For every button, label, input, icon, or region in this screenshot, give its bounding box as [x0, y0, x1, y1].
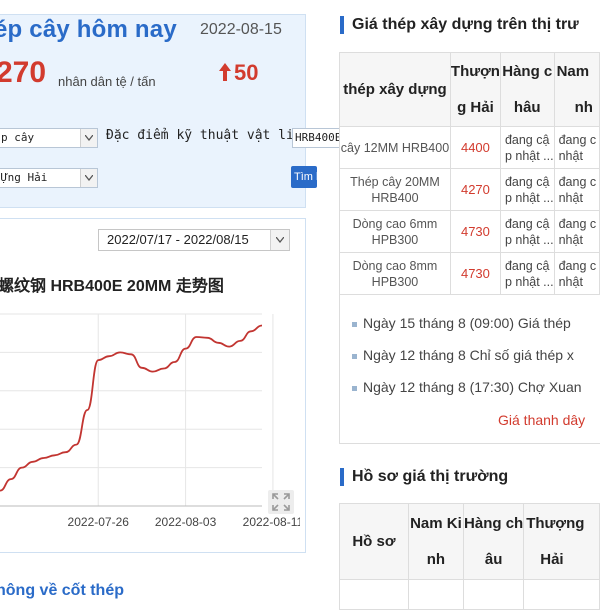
col-header-hangzhou: Hàng ch âu [463, 503, 525, 580]
status-cell: đang cậ p nhật ... [499, 168, 555, 211]
x-tick-label: 2022-08-11 [243, 515, 300, 529]
section-title-market-profile: Hồ sơ giá thị trường [352, 468, 509, 485]
price-trend-chart: 2022-07-26 2022-08-03 2022-08-11 [0, 313, 300, 529]
chevron-down-icon [80, 169, 97, 187]
rebar-info-heading: hông về cốt thép [0, 582, 124, 599]
price-cell: 4400 [449, 126, 501, 169]
current-price: 270 [0, 56, 47, 89]
wire-rod-price-link[interactable]: Giá thanh dây [498, 412, 585, 428]
page-title: ép cây hôm nay [0, 16, 177, 43]
col-header-shanghai: Thượng Hải [523, 503, 600, 580]
price-cell: 4730 [449, 252, 501, 295]
col-header-hangzhou: Hàng c hâu [499, 52, 555, 127]
col-header-product: thép xây dựng [339, 52, 451, 127]
status-cell: đang cậ p nhật ... [499, 210, 555, 253]
date-range-select[interactable]: 2022/07/17 - 2022/08/15 [98, 229, 290, 251]
date-range-value: 2022/07/17 - 2022/08/15 [107, 232, 249, 247]
product-select[interactable]: p cây [0, 128, 98, 148]
col-header-profile: Hồ sơ [339, 503, 409, 580]
col-header-nanjing: Nam Ki nh [407, 503, 465, 580]
status-cell: đang c nhật [553, 126, 600, 169]
series-line [0, 324, 263, 492]
section-title-market-prices: Giá thép xây dựng trên thị trư [352, 16, 579, 33]
chart-title: 螺纹钢 HRB400E 20MM 走势图 [0, 278, 224, 295]
status-cell: đang c nhật [553, 168, 600, 211]
price-unit: nhân dân tệ / tấn [58, 74, 156, 89]
news-item[interactable]: Ngày 15 tháng 8 (09:00) Giá thép [352, 315, 600, 347]
table-row: Dòng cao 6mm HPB300 4730 đang cậ p nhật ... đ… [339, 210, 600, 253]
table-row: Dòng cao 8mm HPB300 4730 đang cậ p nhật ... đ… [339, 252, 600, 295]
chevron-down-icon [270, 230, 289, 250]
price-cell: 4730 [449, 210, 501, 253]
region-select[interactable]: Ựng Hải [0, 168, 98, 188]
arrow-up-icon [219, 63, 231, 81]
product-name[interactable]: cây 12MM HRB400 [339, 126, 451, 169]
search-button[interactable]: Tìm hiể [291, 166, 317, 188]
section-marker [340, 468, 344, 486]
col-header-nanjing: Nam nh [553, 52, 600, 127]
price-table: thép xây dựng Thượn g Hải Hàng c hâu Nam… [339, 52, 600, 295]
region-select-value: Ựng Hải [1, 171, 48, 184]
product-select-value: p cây [1, 131, 35, 144]
news-list: Ngày 15 tháng 8 (09:00) Giá thép Ngày 12… [352, 315, 600, 411]
x-tick-label: 2022-07-26 [68, 515, 130, 529]
status-cell: đang c nhật [553, 252, 600, 295]
spec-label: Đặc điểm kỹ thuật vật liệu [106, 128, 310, 143]
product-name[interactable]: Dòng cao 6mm HPB300 [339, 210, 451, 253]
price-change: 50 [234, 60, 259, 85]
product-name[interactable]: Thép cây 20MM HRB400 [339, 168, 451, 211]
chevron-down-icon [80, 129, 97, 147]
title-date: 2022-08-15 [200, 21, 282, 38]
section-marker [340, 16, 344, 34]
x-tick-label: 2022-08-03 [155, 515, 217, 529]
fullscreen-icon[interactable] [268, 490, 294, 514]
price-cell: 4270 [449, 168, 501, 211]
status-cell: đang cậ p nhật ... [499, 126, 555, 169]
news-item[interactable]: Ngày 12 tháng 8 (17:30) Chợ Xuan [352, 379, 600, 411]
table-row: Thép cây 20MM HRB400 4270 đang cậ p nhật ...… [339, 168, 600, 211]
news-item[interactable]: Ngày 12 tháng 8 Chỉ số giá thép x [352, 347, 600, 379]
status-cell: đang cậ p nhật ... [499, 252, 555, 295]
status-cell: đang c nhật [553, 210, 600, 253]
product-name[interactable]: Dòng cao 8mm HPB300 [339, 252, 451, 295]
col-header-shanghai: Thượn g Hải [449, 52, 501, 127]
profile-table: Hồ sơ Nam Ki nh Hàng ch âu Thượng Hải [339, 503, 600, 610]
table-row: cây 12MM HRB400 4400 đang cậ p nhật ... đang… [339, 126, 600, 169]
